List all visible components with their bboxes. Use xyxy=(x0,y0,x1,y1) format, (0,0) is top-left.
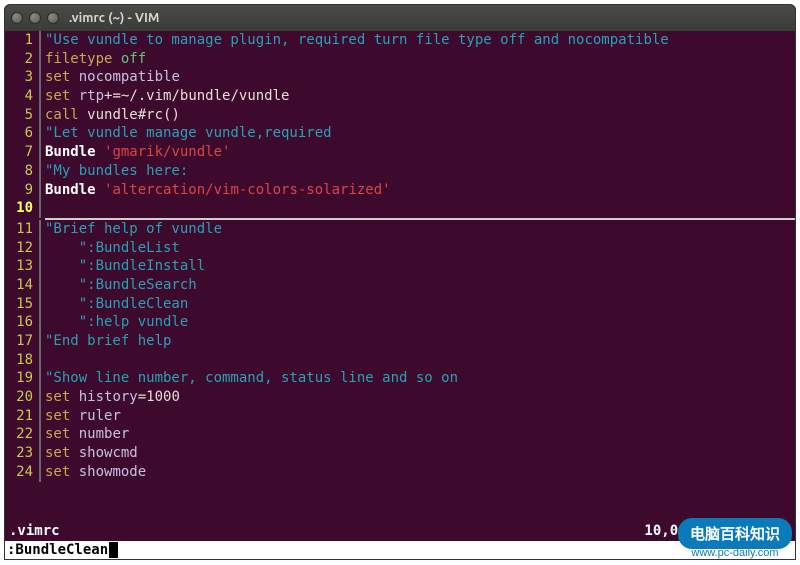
command-text: :BundleClean xyxy=(7,542,108,558)
editor-line: 10 xyxy=(5,199,795,218)
line-number: 2 xyxy=(5,50,39,69)
status-scroll: 顶端 xyxy=(755,521,783,541)
maximize-icon[interactable] xyxy=(47,12,59,24)
line-content: set nocompatible xyxy=(45,68,795,87)
vim-window: .vimrc (~) - VIM 1 "Use vundle to manage … xyxy=(4,4,796,560)
line-number: 18 xyxy=(5,351,39,370)
line-number: 9 xyxy=(5,181,39,200)
titlebar: .vimrc (~) - VIM xyxy=(5,5,795,31)
line-number: 17 xyxy=(5,332,39,351)
line-number: 1 xyxy=(5,31,39,50)
line-content xyxy=(45,199,795,218)
line-number: 3 xyxy=(5,68,39,87)
line-content: "End brief help xyxy=(45,332,795,351)
line-number: 5 xyxy=(5,106,39,125)
line-number: 23 xyxy=(5,444,39,463)
editor-line: 4 set rtp+=~/.vim/bundle/vundle xyxy=(5,87,795,106)
line-content: ":BundleClean xyxy=(45,295,795,314)
line-number: 14 xyxy=(5,276,39,295)
line-content: set ruler xyxy=(45,407,795,426)
editor-line: 21 set ruler xyxy=(5,407,795,426)
status-position: 10,0-1 xyxy=(644,523,695,539)
editor-line: 2 filetype off xyxy=(5,50,795,69)
line-number: 11 xyxy=(5,220,39,239)
editor-line: 5 call vundle#rc() xyxy=(5,106,795,125)
line-number: 22 xyxy=(5,425,39,444)
editor-line: 23 set showcmd xyxy=(5,444,795,463)
line-number: 4 xyxy=(5,87,39,106)
line-content: "Let vundle manage vundle,required xyxy=(45,124,795,143)
editor-line: 13 ":BundleInstall xyxy=(5,257,795,276)
editor-line: 17 "End brief help xyxy=(5,332,795,351)
minimize-icon[interactable] xyxy=(29,12,41,24)
line-content: "Use vundle to manage plugin, required t… xyxy=(45,31,795,50)
editor-area[interactable]: 1 "Use vundle to manage plugin, required … xyxy=(5,31,795,521)
editor-line: 11 "Brief help of vundle xyxy=(5,220,795,239)
command-line[interactable]: :BundleClean xyxy=(5,541,795,559)
editor-line: 18 xyxy=(5,351,795,370)
editor-line: 14 ":BundleSearch xyxy=(5,276,795,295)
status-line: .vimrc 10,0-1 顶端 xyxy=(5,521,795,541)
editor-line: 12 ":BundleList xyxy=(5,239,795,258)
line-content: "Show line number, command, status line … xyxy=(45,369,795,388)
line-content: Bundle 'gmarik/vundle' xyxy=(45,143,795,162)
line-number: 10 xyxy=(5,199,39,218)
line-number: 21 xyxy=(5,407,39,426)
editor-line: 22 set number xyxy=(5,425,795,444)
line-number: 20 xyxy=(5,388,39,407)
line-number: 13 xyxy=(5,257,39,276)
line-content: ":BundleSearch xyxy=(45,276,795,295)
line-number: 12 xyxy=(5,239,39,258)
editor-line: 8 "My bundles here: xyxy=(5,162,795,181)
line-content: ":BundleInstall xyxy=(45,257,795,276)
editor-line: 20 set history=1000 xyxy=(5,388,795,407)
line-content: "Brief help of vundle xyxy=(45,220,795,239)
line-content: call vundle#rc() xyxy=(45,106,795,125)
line-content: "My bundles here: xyxy=(45,162,795,181)
line-number: 6 xyxy=(5,124,39,143)
editor-line: 7 Bundle 'gmarik/vundle' xyxy=(5,143,795,162)
cursor-icon xyxy=(109,542,118,558)
line-content: set showmode xyxy=(45,463,795,482)
line-content: Bundle 'altercation/vim-colors-solarized… xyxy=(45,181,795,200)
line-number: 7 xyxy=(5,143,39,162)
line-content: filetype off xyxy=(45,50,795,69)
editor-line: 16 ":help vundle xyxy=(5,313,795,332)
line-content: set history=1000 xyxy=(45,388,795,407)
line-number: 15 xyxy=(5,295,39,314)
line-content: set rtp+=~/.vim/bundle/vundle xyxy=(45,87,795,106)
line-number: 19 xyxy=(5,369,39,388)
close-icon[interactable] xyxy=(11,12,23,24)
editor-line: 6 "Let vundle manage vundle,required xyxy=(5,124,795,143)
line-content xyxy=(45,351,795,370)
editor-line: 19 "Show line number, command, status lin… xyxy=(5,369,795,388)
editor-line: 9 Bundle 'altercation/vim-colors-solarize… xyxy=(5,181,795,200)
editor-line: 15 ":BundleClean xyxy=(5,295,795,314)
line-content: ":BundleList xyxy=(45,239,795,258)
editor-line: 24 set showmode xyxy=(5,463,795,482)
line-number: 16 xyxy=(5,313,39,332)
line-content: set showcmd xyxy=(45,444,795,463)
window-title: .vimrc (~) - VIM xyxy=(69,11,159,25)
line-number: 24 xyxy=(5,463,39,482)
status-filename: .vimrc xyxy=(9,523,60,539)
line-number: 8 xyxy=(5,162,39,181)
editor-line: 3 set nocompatible xyxy=(5,68,795,87)
line-content: ":help vundle xyxy=(45,313,795,332)
editor-line: 1 "Use vundle to manage plugin, required … xyxy=(5,31,795,50)
line-content: set number xyxy=(45,425,795,444)
